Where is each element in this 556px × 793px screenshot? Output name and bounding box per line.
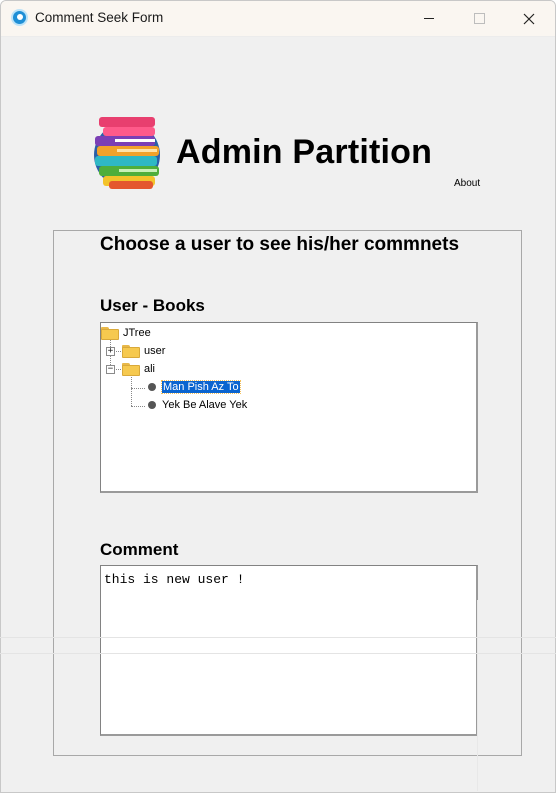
window-title: Comment Seek Form [35,10,164,25]
app-icon [11,9,28,26]
tree-connector [131,406,145,407]
tree-node-label: user [144,345,166,357]
user-books-tree[interactable]: JTree + user − ali Man Pish Az To Yek Be… [100,322,478,493]
divider [0,637,556,638]
instruction-heading: Choose a user to see his/her commnets [100,234,460,255]
leaf-icon [148,383,156,391]
tree-node-label: ali [144,363,156,375]
folder-icon [101,326,119,340]
divider [477,600,478,791]
tree-label: User - Books [100,296,205,315]
tree-root-label: JTree [123,327,151,339]
tree-connector [131,388,145,389]
collapse-icon[interactable]: − [106,365,115,374]
tree-leaf-book[interactable]: Man Pish Az To [148,379,241,395]
tree-node-user[interactable]: user [122,343,165,359]
tree-root-node[interactable]: JTree [101,325,151,341]
tree-leaf-book[interactable]: Yek Be Alave Yek [148,397,247,413]
expand-icon[interactable]: + [106,347,115,356]
page-title: Admin Partition [176,133,433,171]
minimize-icon [424,18,434,19]
app-window: Comment Seek Form Admin Partition About … [0,0,556,793]
title-bar[interactable]: Comment Seek Form [1,1,555,37]
minimize-button[interactable] [404,1,454,36]
tree-leaf-label: Yek Be Alave Yek [162,399,248,411]
folder-icon [122,344,140,358]
maximize-button[interactable] [454,1,504,36]
comment-label: Comment [100,540,179,559]
maximize-icon [473,13,485,24]
tree-connector [131,375,132,406]
leaf-icon [148,401,156,409]
tree-leaf-label-selected: Man Pish Az To [161,380,241,394]
about-link[interactable]: About [454,178,480,189]
books-logo-icon [94,117,160,189]
tree-node-ali[interactable]: ali [122,361,155,377]
folder-icon [122,362,140,376]
close-button[interactable] [504,1,554,36]
comment-textarea[interactable]: this is new user ! [100,565,478,736]
close-icon [523,13,535,24]
divider [0,653,556,654]
